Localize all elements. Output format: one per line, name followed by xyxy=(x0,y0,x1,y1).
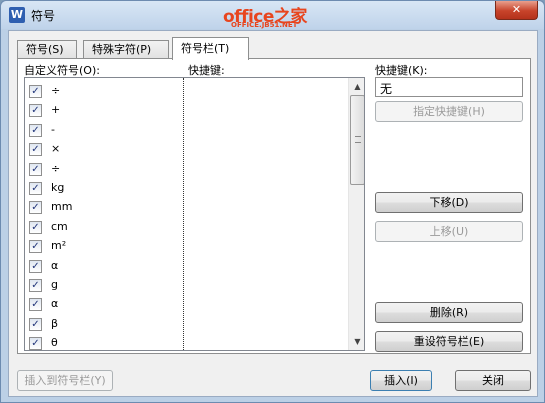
symbol-text: - xyxy=(51,122,55,136)
custom-symbols-list[interactable]: ✓ ÷ ✓ + ✓ - ✓ × ✓ ÷ ✓ kg ✓ mm ✓ cm ✓ m² ✓ α ✓ g ✓ α ✓ β ✓ θ ▲ ▼ xyxy=(24,77,365,351)
column-divider xyxy=(183,78,184,350)
symbol-list-item[interactable]: ✓ ÷ xyxy=(29,82,179,101)
symbol-text: cm xyxy=(51,219,68,233)
symbol-text: α xyxy=(51,297,59,311)
window-close-button[interactable]: ✕ xyxy=(495,1,538,20)
symbol-text: ÷ xyxy=(51,161,61,175)
symbol-list-item[interactable]: ✓ m² xyxy=(29,237,179,256)
symbol-checkbox[interactable]: ✓ xyxy=(29,104,42,118)
symbol-dialog: W 符号 office之家 OFFICE.JB51.NET ✕ 符号(S) 特殊… xyxy=(0,0,545,403)
tab-symbol-bar[interactable]: 符号栏(T) xyxy=(172,37,249,60)
symbol-text: β xyxy=(51,316,59,330)
symbol-checkbox[interactable]: ✓ xyxy=(29,123,42,137)
list-scrollbar[interactable]: ▲ ▼ xyxy=(348,78,364,350)
symbol-text: mm xyxy=(51,200,73,214)
shortcut-field-label: 快捷键(K): xyxy=(375,64,428,77)
symbol-checkbox[interactable]: ✓ xyxy=(29,220,42,234)
symbol-checkbox[interactable]: ✓ xyxy=(29,182,42,195)
tab-symbols[interactable]: 符号(S) xyxy=(17,40,77,59)
symbol-list-item[interactable]: ✓ - xyxy=(29,121,179,140)
symbol-list-item[interactable]: ✓ mm xyxy=(29,198,179,217)
symbol-checkbox[interactable]: ✓ xyxy=(29,279,42,292)
symbol-checkbox[interactable]: ✓ xyxy=(29,143,42,157)
custom-symbols-label: 自定义符号(O): xyxy=(24,64,100,77)
symbol-text: α xyxy=(51,258,59,272)
tab-special-characters[interactable]: 特殊字符(P) xyxy=(83,40,169,59)
shortcut-column-label: 快捷键: xyxy=(188,64,225,77)
shortcut-key-input[interactable]: 无 xyxy=(375,77,523,97)
symbol-list-item[interactable]: ✓ cm xyxy=(29,218,179,237)
dialog-body: 符号(S) 特殊字符(P) 符号栏(T) 自定义符号(O): 快捷键: 快捷键(… xyxy=(8,30,538,397)
watermark-sub: OFFICE.JB51.NET xyxy=(231,21,298,29)
symbol-list-item[interactable]: ✓ θ xyxy=(29,334,179,350)
window-title: 符号 xyxy=(31,9,56,23)
watermark-logo: office之家 OFFICE.JB51.NET xyxy=(223,2,319,32)
title-bar[interactable]: W 符号 office之家 OFFICE.JB51.NET ✕ xyxy=(1,1,544,29)
insert-button[interactable]: 插入(I) xyxy=(370,370,432,391)
move-down-button[interactable]: 下移(D) xyxy=(375,192,523,213)
close-button[interactable]: 关闭 xyxy=(455,370,531,391)
symbol-list-item[interactable]: ✓ α xyxy=(29,257,179,276)
delete-button[interactable]: 删除(R) xyxy=(375,302,523,323)
wps-app-icon: W xyxy=(9,7,25,23)
symbol-text: ÷ xyxy=(51,84,61,97)
symbol-text: kg xyxy=(51,181,65,194)
symbol-checkbox[interactable]: ✓ xyxy=(29,85,42,98)
scrollbar-thumb[interactable] xyxy=(350,95,364,185)
symbol-text: × xyxy=(51,142,61,156)
symbol-text: m² xyxy=(51,239,67,253)
symbol-checkbox[interactable]: ✓ xyxy=(29,201,42,215)
symbol-text: θ xyxy=(51,336,58,350)
symbol-checkbox[interactable]: ✓ xyxy=(29,259,42,273)
symbol-list-item[interactable]: ✓ β xyxy=(29,315,179,334)
symbol-checkbox[interactable]: ✓ xyxy=(29,298,42,312)
symbol-checkbox[interactable]: ✓ xyxy=(29,162,42,176)
symbol-list-item[interactable]: ✓ α xyxy=(29,295,179,314)
symbol-list-item[interactable]: ✓ ÷ xyxy=(29,160,179,179)
reset-symbol-bar-button[interactable]: 重设符号栏(E) xyxy=(375,331,523,352)
symbol-checkbox[interactable]: ✓ xyxy=(29,240,42,254)
symbol-bar-panel: 自定义符号(O): 快捷键: 快捷键(K): ✓ ÷ ✓ + ✓ - ✓ × ✓ ÷ ✓ kg ✓ mm ✓… xyxy=(17,58,531,354)
symbol-list-item[interactable]: ✓ × xyxy=(29,140,179,159)
scroll-down-arrow-icon[interactable]: ▼ xyxy=(349,333,364,350)
symbol-checkbox[interactable]: ✓ xyxy=(29,337,42,350)
symbol-list-item[interactable]: ✓ + xyxy=(29,101,179,120)
symbol-text: g xyxy=(51,278,58,291)
symbol-checkbox[interactable]: ✓ xyxy=(29,317,42,331)
insert-to-symbol-bar-button[interactable]: 插入到符号栏(Y) xyxy=(17,370,113,391)
symbol-list-item[interactable]: ✓ g xyxy=(29,276,179,295)
symbol-list-item[interactable]: ✓ kg xyxy=(29,179,179,198)
symbol-text: + xyxy=(51,103,61,117)
assign-shortcut-button[interactable]: 指定快捷键(H) xyxy=(375,101,523,122)
scroll-up-arrow-icon[interactable]: ▲ xyxy=(349,78,364,95)
move-up-button[interactable]: 上移(U) xyxy=(375,221,523,242)
